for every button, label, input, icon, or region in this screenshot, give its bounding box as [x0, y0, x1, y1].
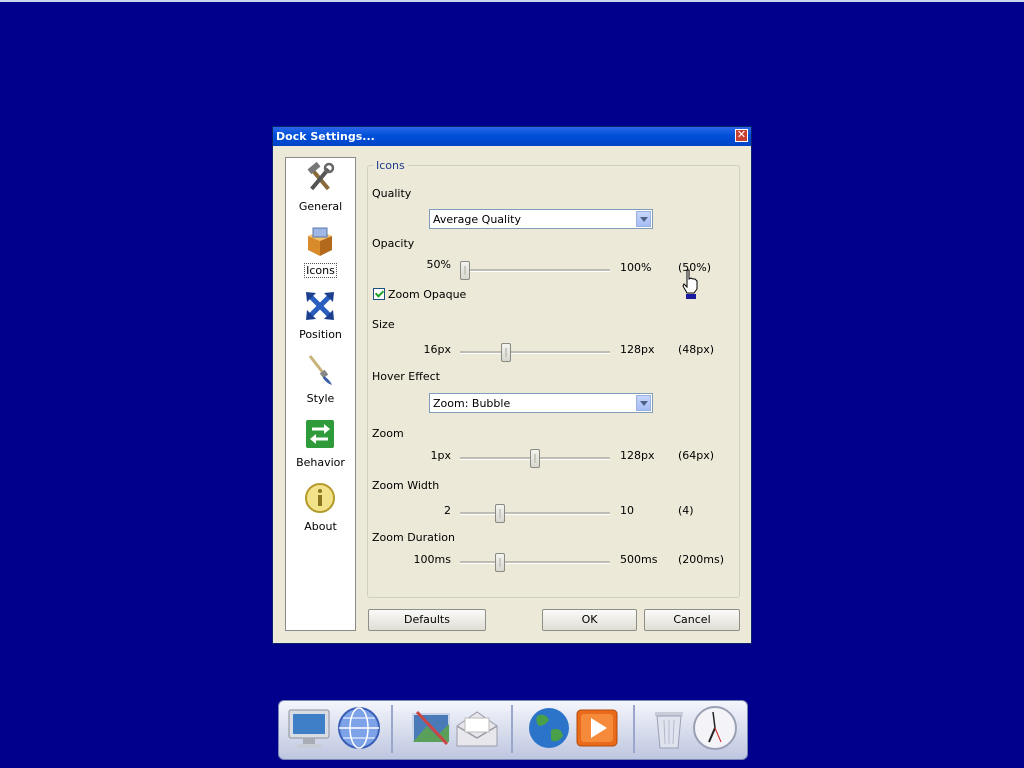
- zoom-duration-min: 100ms: [413, 553, 451, 566]
- ok-button[interactable]: OK: [542, 609, 637, 631]
- chevron-down-icon[interactable]: [636, 211, 651, 227]
- zoom-duration-slider-row: 100ms 500ms (200ms): [273, 551, 751, 572]
- opacity-slider-thumb[interactable]: [460, 261, 470, 280]
- opacity-min: 50%: [426, 258, 451, 271]
- chevron-down-icon[interactable]: [636, 395, 651, 411]
- groupbox-legend: Icons: [373, 159, 408, 172]
- zoom-slider-thumb[interactable]: [530, 449, 540, 468]
- earth-globe-icon[interactable]: [525, 704, 573, 752]
- dock-settings-dialog: Dock Settings... ✕ General Icons Positio…: [272, 126, 752, 644]
- hand-cursor-icon: [682, 269, 698, 299]
- dock-separator: [633, 705, 635, 753]
- quality-select[interactable]: Average Quality: [429, 209, 653, 229]
- dock-separator: [511, 705, 513, 753]
- size-min: 16px: [423, 343, 452, 356]
- monitor-icon[interactable]: [285, 704, 333, 752]
- zoom-min: 1px: [430, 449, 452, 462]
- sidebar-item-label: Position: [299, 328, 342, 341]
- media-player-icon[interactable]: [573, 704, 621, 752]
- sidebar-item-label: General: [298, 200, 343, 213]
- tools-icon: [307, 162, 335, 191]
- hover-effect-select-value: Zoom: Bubble: [433, 397, 511, 410]
- box-icon: [308, 227, 332, 256]
- dock-bar: [278, 700, 748, 760]
- move-arrows-icon: [306, 292, 334, 320]
- hover-effect-label: Hover Effect: [372, 370, 440, 383]
- size-slider-row: 16px 128px (48px): [273, 341, 751, 362]
- mail-envelope-icon[interactable]: [453, 704, 501, 752]
- size-current-value: (48px): [678, 343, 715, 356]
- zoom-label: Zoom: [372, 427, 404, 440]
- title-bar[interactable]: Dock Settings... ✕: [273, 127, 751, 146]
- zoom-current-value: (64px): [678, 449, 715, 462]
- window-title: Dock Settings...: [276, 130, 375, 143]
- hover-effect-select[interactable]: Zoom: Bubble: [429, 393, 653, 413]
- size-label: Size: [372, 318, 395, 331]
- zoom-width-track[interactable]: [460, 512, 610, 515]
- sidebar-item-style[interactable]: Style: [286, 352, 355, 412]
- zoom-opaque-checkbox[interactable]: [373, 288, 385, 300]
- opacity-label: Opacity: [372, 237, 415, 250]
- quality-label: Quality: [372, 187, 412, 200]
- zoom-width-min: 2: [444, 504, 451, 517]
- opacity-track[interactable]: [460, 269, 610, 272]
- close-button[interactable]: ✕: [735, 129, 748, 142]
- zoom-opaque-label: Zoom Opaque: [388, 288, 467, 301]
- zoom-width-current-value: (4): [678, 504, 694, 517]
- zoom-width-slider-thumb[interactable]: [495, 504, 505, 523]
- zoom-width-max: 10: [620, 504, 634, 517]
- defaults-button[interactable]: Defaults: [368, 609, 486, 631]
- zoom-duration-max: 500ms: [620, 553, 658, 566]
- size-max: 128px: [620, 343, 655, 356]
- zoom-width-slider-row: 2 10 (4): [273, 502, 751, 523]
- recycle-bin-icon[interactable]: [645, 704, 693, 752]
- zoom-slider-row: 1px 128px (64px): [273, 447, 751, 468]
- quality-select-value: Average Quality: [433, 213, 521, 226]
- sidebar-item-label: Style: [306, 392, 335, 405]
- zoom-duration-label: Zoom Duration: [372, 531, 455, 544]
- clock-icon[interactable]: [691, 704, 739, 752]
- dock-separator: [391, 705, 393, 753]
- sidebar-item-position[interactable]: Position: [286, 288, 355, 348]
- size-track[interactable]: [460, 351, 610, 354]
- zoom-width-label: Zoom Width: [372, 479, 440, 492]
- globe-network-icon[interactable]: [335, 704, 383, 752]
- sidebar-item-general[interactable]: General: [286, 160, 355, 220]
- zoom-max: 128px: [620, 449, 655, 462]
- size-slider-thumb[interactable]: [500, 343, 511, 362]
- zoom-duration-current-value: (200ms): [678, 553, 725, 566]
- photo-edit-icon[interactable]: [407, 704, 455, 752]
- zoom-duration-slider-thumb[interactable]: [495, 553, 505, 572]
- arrows-exchange-icon: [306, 420, 334, 448]
- opacity-max: 100%: [620, 261, 652, 274]
- zoom-duration-track[interactable]: [460, 561, 610, 564]
- cancel-button[interactable]: Cancel: [644, 609, 740, 631]
- desktop-top-edge: [0, 0, 1024, 2]
- sidebar-item-behavior[interactable]: Behavior: [286, 416, 355, 476]
